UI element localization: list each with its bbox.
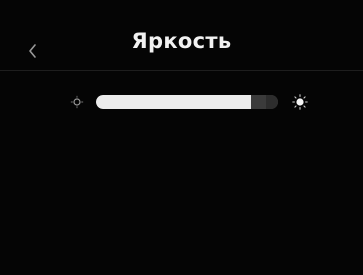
brightness-screen: Яркость	[0, 0, 363, 275]
brightness-slider-remainder	[266, 95, 278, 109]
header-divider	[0, 70, 363, 71]
sun-dim-icon	[70, 95, 84, 109]
brightness-slider[interactable]	[96, 95, 278, 109]
header: Яркость	[0, 0, 363, 72]
page-title: Яркость	[131, 29, 232, 53]
sun-bright-icon	[292, 94, 308, 110]
brightness-control	[66, 89, 316, 115]
brightness-slider-fill	[96, 95, 251, 109]
